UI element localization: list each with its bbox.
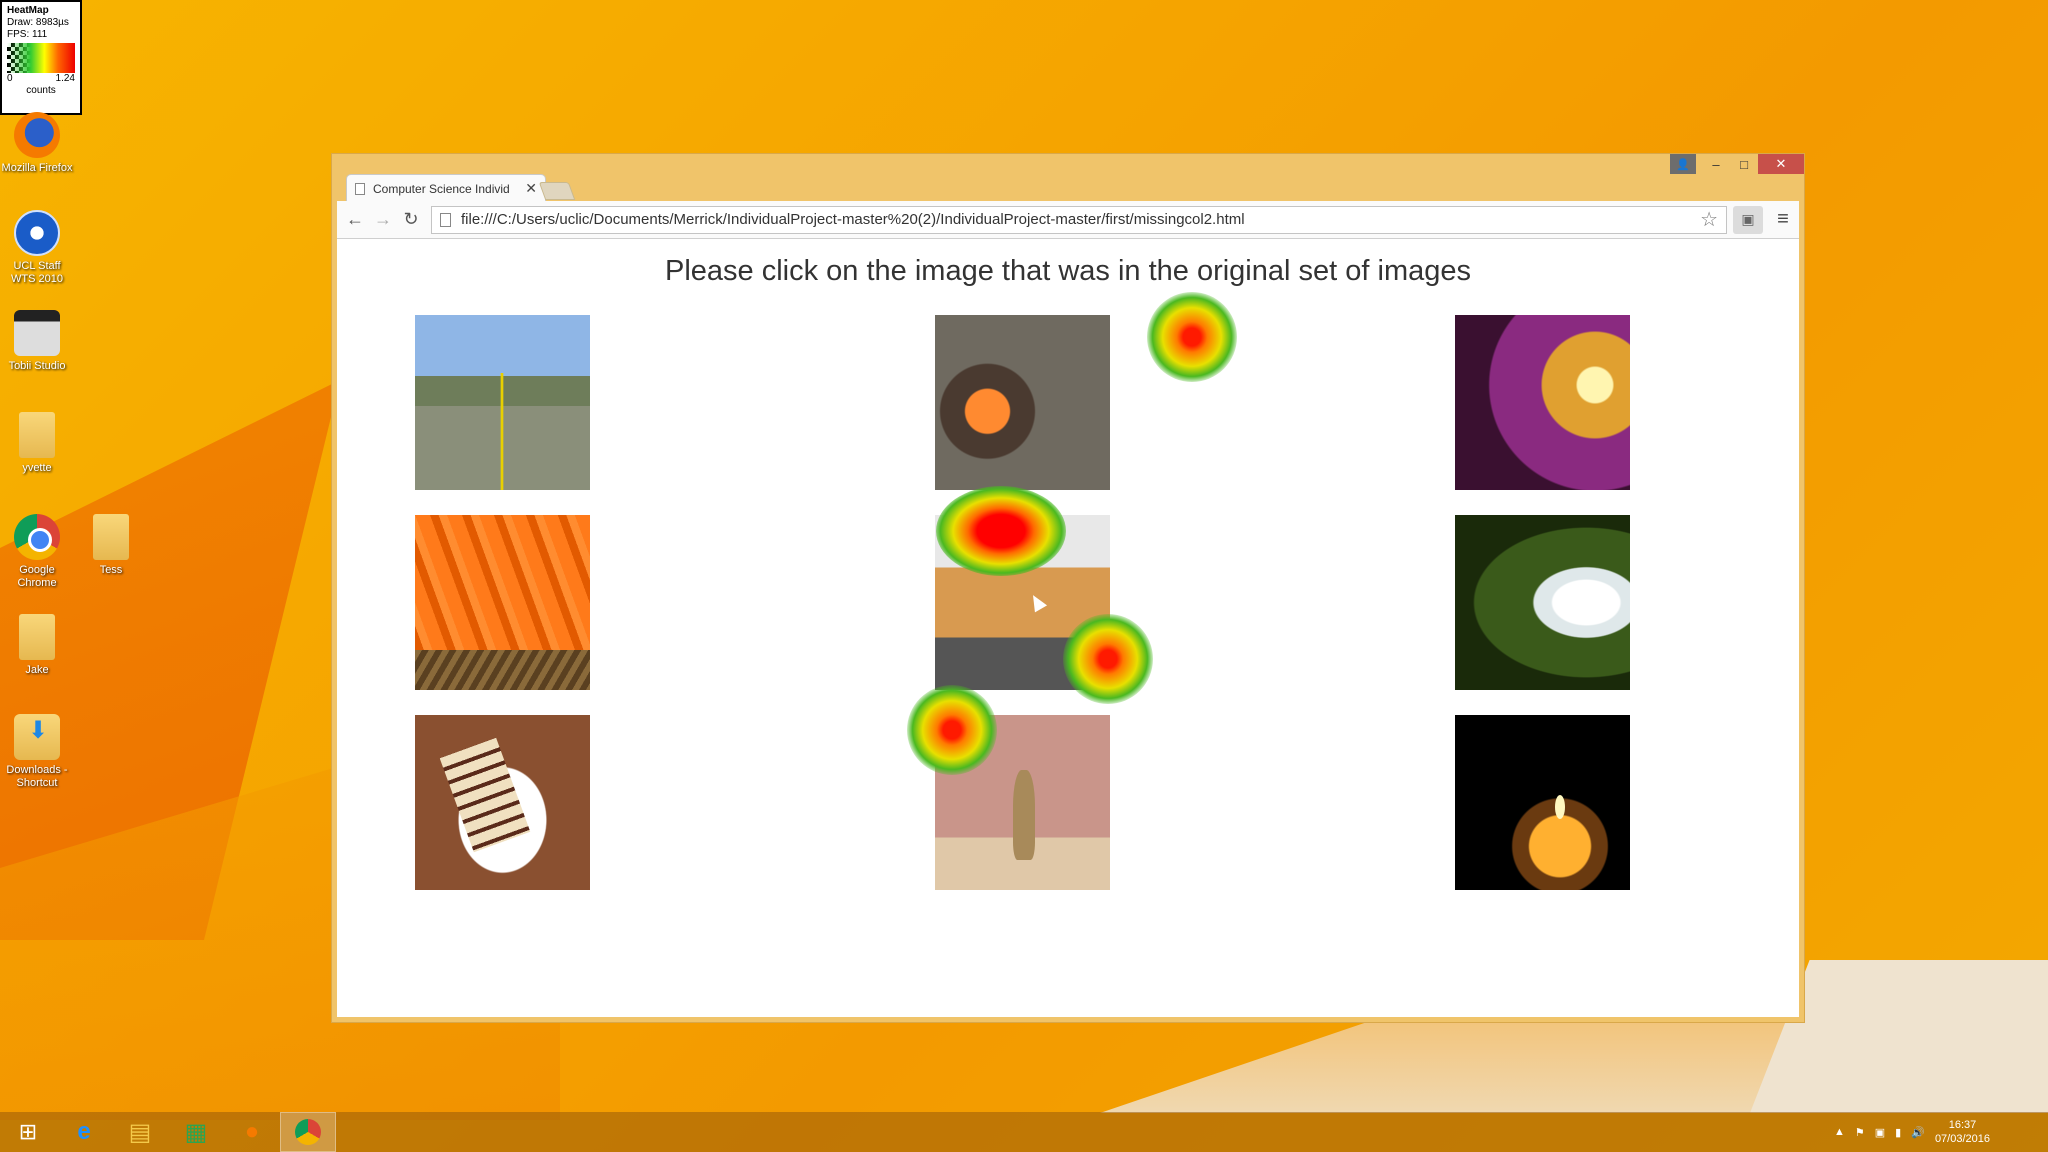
signal-icon[interactable]: ▮ [1895,1126,1901,1139]
close-button[interactable]: ✕ [1758,154,1804,174]
desktop-icon-label: Downloads - Shortcut [6,764,68,789]
heatmap-color-scale [7,43,75,73]
file-explorer-icon[interactable]: ▤ [112,1112,168,1152]
browser-window: 👤 – □ ✕ Computer Science Individ ✕ ← → ↻… [331,153,1805,1023]
desktop-icon-tess[interactable]: Tess [74,514,148,577]
desktop-icon-jake[interactable]: Jake [0,614,74,677]
heatmap-legend: HeatMap Draw: 8983µs FPS: 111 0 1.24 cou… [0,0,82,115]
folder-icon [19,412,55,458]
heatmap-unit: counts [26,85,56,96]
desktop-icon-label: Tobii Studio [8,360,66,372]
image-road[interactable] [415,315,590,490]
desktop-icon-downloads[interactable]: Downloads - Shortcut [0,714,74,790]
clock-time: 16:37 [1948,1119,1977,1131]
desktop-icon-label: Google Chrome [17,564,57,589]
browser-toolbar: ← → ↻ file:///C:/Users/uclic/Documents/M… [337,201,1799,239]
heatmap-title: HeatMap [7,5,49,16]
image-meerkat[interactable] [935,715,1110,890]
back-icon[interactable]: ← [341,206,369,234]
desktop-icon-label: Tess [99,564,123,576]
chrome-icon [295,1119,321,1145]
image-cake[interactable] [415,715,590,890]
image-carrots[interactable] [415,515,590,690]
browser-tab[interactable]: Computer Science Individ ✕ [346,174,546,202]
desktop-icon-label: yvette [22,462,52,474]
store-icon[interactable]: ▦ [168,1112,224,1152]
heatmap-hotspot [1147,292,1237,382]
reload-icon[interactable]: ↻ [397,206,425,234]
window-controls: 👤 – □ ✕ [1670,154,1804,176]
page-heading: Please click on the image that was in th… [665,255,1471,287]
heatmap-fps: FPS: 111 [7,29,48,40]
firefox-icon[interactable]: ● [224,1112,280,1152]
start-icon[interactable]: ⊞ [0,1112,56,1152]
downloads-folder-icon [14,714,60,760]
folder-icon [93,514,129,560]
system-tray: ▲ ⚑ ▣ ▮ 🔊 16:37 07/03/2016 [1834,1112,1990,1152]
page-icon [355,182,365,195]
tab-title: Computer Science Individ [373,181,510,196]
forward-icon[interactable]: → [369,206,397,234]
desktop-icon-label: Jake [25,664,49,676]
clock-date: 07/03/2016 [1934,1133,1990,1145]
desktop-icon-yvette[interactable]: yvette [0,412,74,475]
url-text: file:///C:/Users/uclic/Documents/Merrick… [461,211,1245,228]
desktop-icon-chrome[interactable]: Google Chrome [0,514,74,590]
extension-icon[interactable]: ▣ [1733,205,1763,234]
image-saxophone[interactable] [1455,315,1630,490]
network-adapter-icon[interactable]: ▣ [1875,1126,1885,1139]
tab-close-icon[interactable]: ✕ [525,180,537,197]
folder-icon [19,614,55,660]
page-icon [440,212,451,227]
page-content: Please click on the image that was in th… [337,239,1799,1017]
firefox-icon [14,112,60,158]
desktop-icon-tobii[interactable]: Tobii Studio [0,310,74,373]
new-tab-button[interactable] [538,182,576,200]
taskbar: ⊞ e ▤ ▦ ● ▲ ⚑ ▣ ▮ 🔊 16:37 07/03/2016 [0,1112,2048,1152]
remote-desktop-icon [14,210,60,256]
image-lantern[interactable] [935,315,1110,490]
address-bar[interactable]: file:///C:/Users/uclic/Documents/Merrick… [431,205,1727,234]
tobii-icon [14,310,60,356]
volume-icon[interactable]: 🔊 [1911,1126,1925,1139]
heatmap-min: 0 [7,73,13,84]
desktop-icon-firefox[interactable]: Mozilla Firefox [0,112,74,175]
maximize-button[interactable]: □ [1730,154,1758,174]
flag-icon[interactable]: ⚑ [1855,1126,1865,1139]
chrome-icon [14,514,60,560]
desktop-icon-label: UCL Staff WTS 2010 [11,260,63,285]
heatmap-max: 1.24 [55,73,75,84]
minimize-button[interactable]: – [1702,154,1730,174]
show-hidden-icons-icon[interactable]: ▲ [1834,1126,1845,1138]
internet-explorer-icon[interactable]: e [56,1112,112,1152]
menu-icon[interactable]: ≡ [1771,208,1795,231]
image-waterfall[interactable] [1455,515,1630,690]
clock[interactable]: 16:37 07/03/2016 [1935,1118,1990,1146]
bookmark-star-icon[interactable]: ☆ [1700,207,1718,232]
heatmap-draw-time: Draw: 8983µs [7,17,69,28]
user-profile-icon[interactable]: 👤 [1670,154,1696,174]
taskbar-chrome-button[interactable] [280,1112,336,1152]
desktop-icon-label: Mozilla Firefox [1,162,73,174]
image-candle[interactable] [1455,715,1630,890]
desktop-icon-ucl-staff[interactable]: UCL Staff WTS 2010 [0,210,74,286]
image-toast[interactable] [935,515,1110,690]
